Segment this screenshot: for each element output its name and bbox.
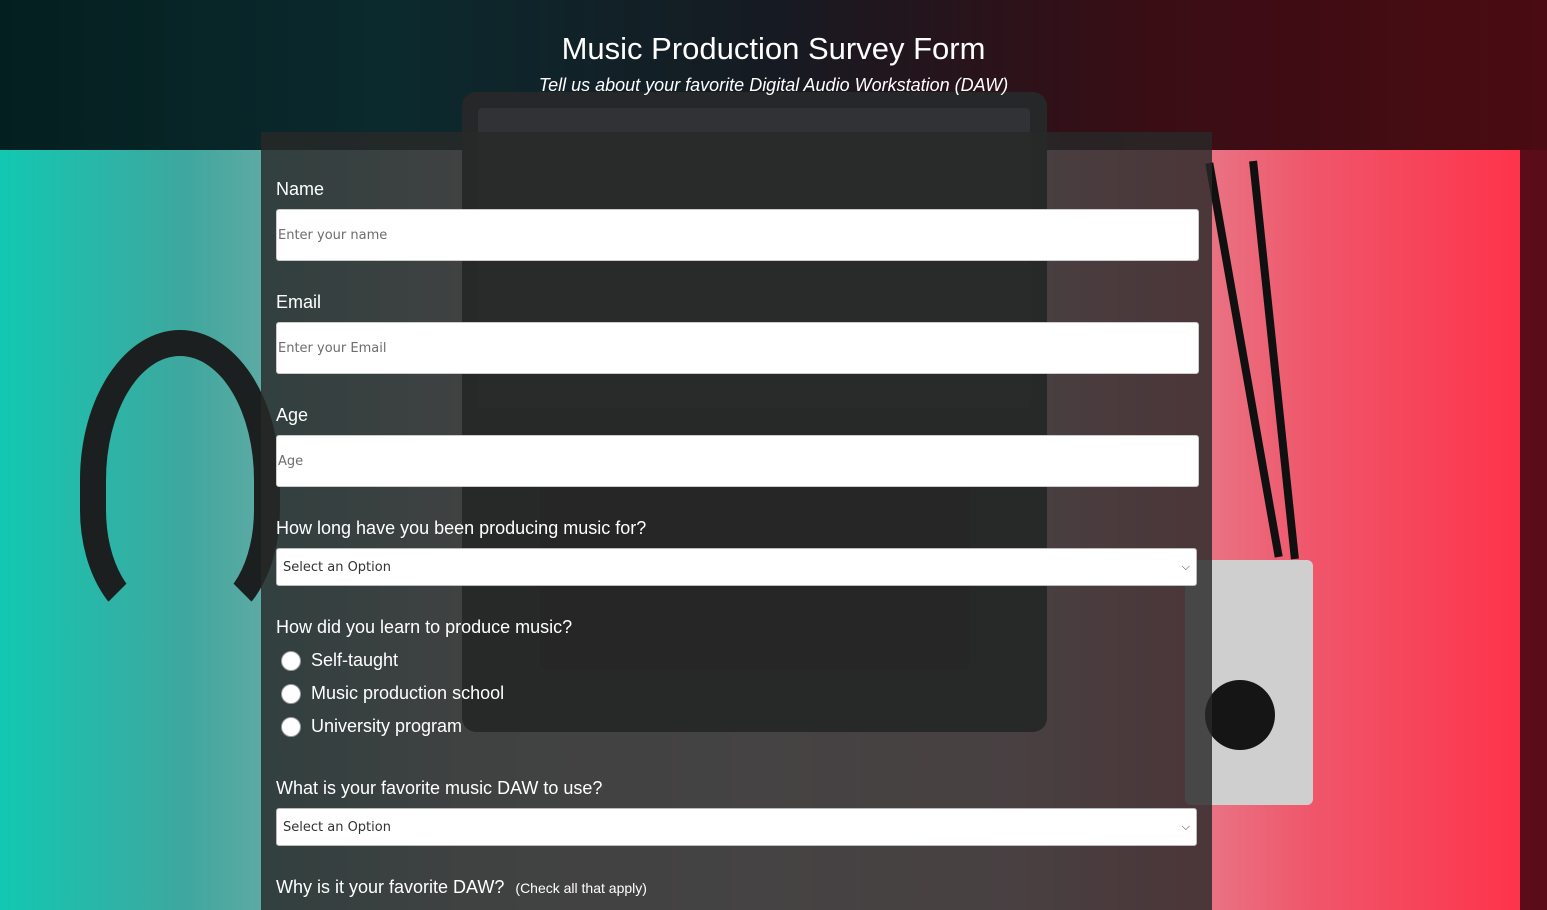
why-label: Why is it your favorite DAW? [276, 877, 505, 897]
age-input[interactable]: Age [276, 435, 1199, 487]
radio-circle[interactable] [281, 716, 301, 737]
radio-label: University program [311, 716, 463, 736]
daw-select[interactable]: Select an Option ⌵ [276, 808, 1197, 846]
age-label: Age [276, 405, 309, 425]
learn-label: How did you learn to produce music? [276, 617, 573, 637]
survey-form: Name Enter your name Email Enter your Em… [261, 132, 1212, 910]
experience-selected: Select an Option [283, 559, 391, 575]
name-label: Name [276, 179, 325, 199]
page-header: Music Production Survey Form Tell us abo… [0, 0, 1547, 97]
radio-circle[interactable] [281, 650, 301, 671]
radio-label: Music production school [311, 683, 505, 703]
radio-music-production-school[interactable]: Music production school [281, 683, 504, 704]
why-label-row: Why is it your favorite DAW? (Check all … [276, 876, 647, 899]
page-subtitle: Tell us about your favorite Digital Audi… [538, 75, 1009, 95]
radio-circle[interactable] [281, 683, 301, 704]
email-label: Email [276, 292, 322, 312]
experience-label: How long have you been producing music f… [276, 518, 647, 538]
why-hint: (Check all that apply) [515, 880, 647, 896]
experience-select[interactable]: Select an Option ⌵ [276, 548, 1197, 586]
age-placeholder: Age [278, 453, 304, 469]
chevron-down-icon: ⌵ [1181, 560, 1190, 573]
email-placeholder: Enter your Email [278, 340, 387, 356]
page-title: Music Production Survey Form [561, 31, 986, 66]
email-input[interactable]: Enter your Email [276, 322, 1199, 374]
daw-label: What is your favorite music DAW to use? [276, 778, 603, 798]
chevron-down-icon: ⌵ [1181, 820, 1190, 833]
radio-university-program[interactable]: University program [281, 716, 462, 737]
name-placeholder: Enter your name [278, 227, 388, 243]
radio-self-taught[interactable]: Self-taught [281, 650, 398, 671]
daw-selected: Select an Option [283, 819, 391, 835]
radio-label: Self-taught [311, 650, 399, 670]
name-input[interactable]: Enter your name [276, 209, 1199, 261]
